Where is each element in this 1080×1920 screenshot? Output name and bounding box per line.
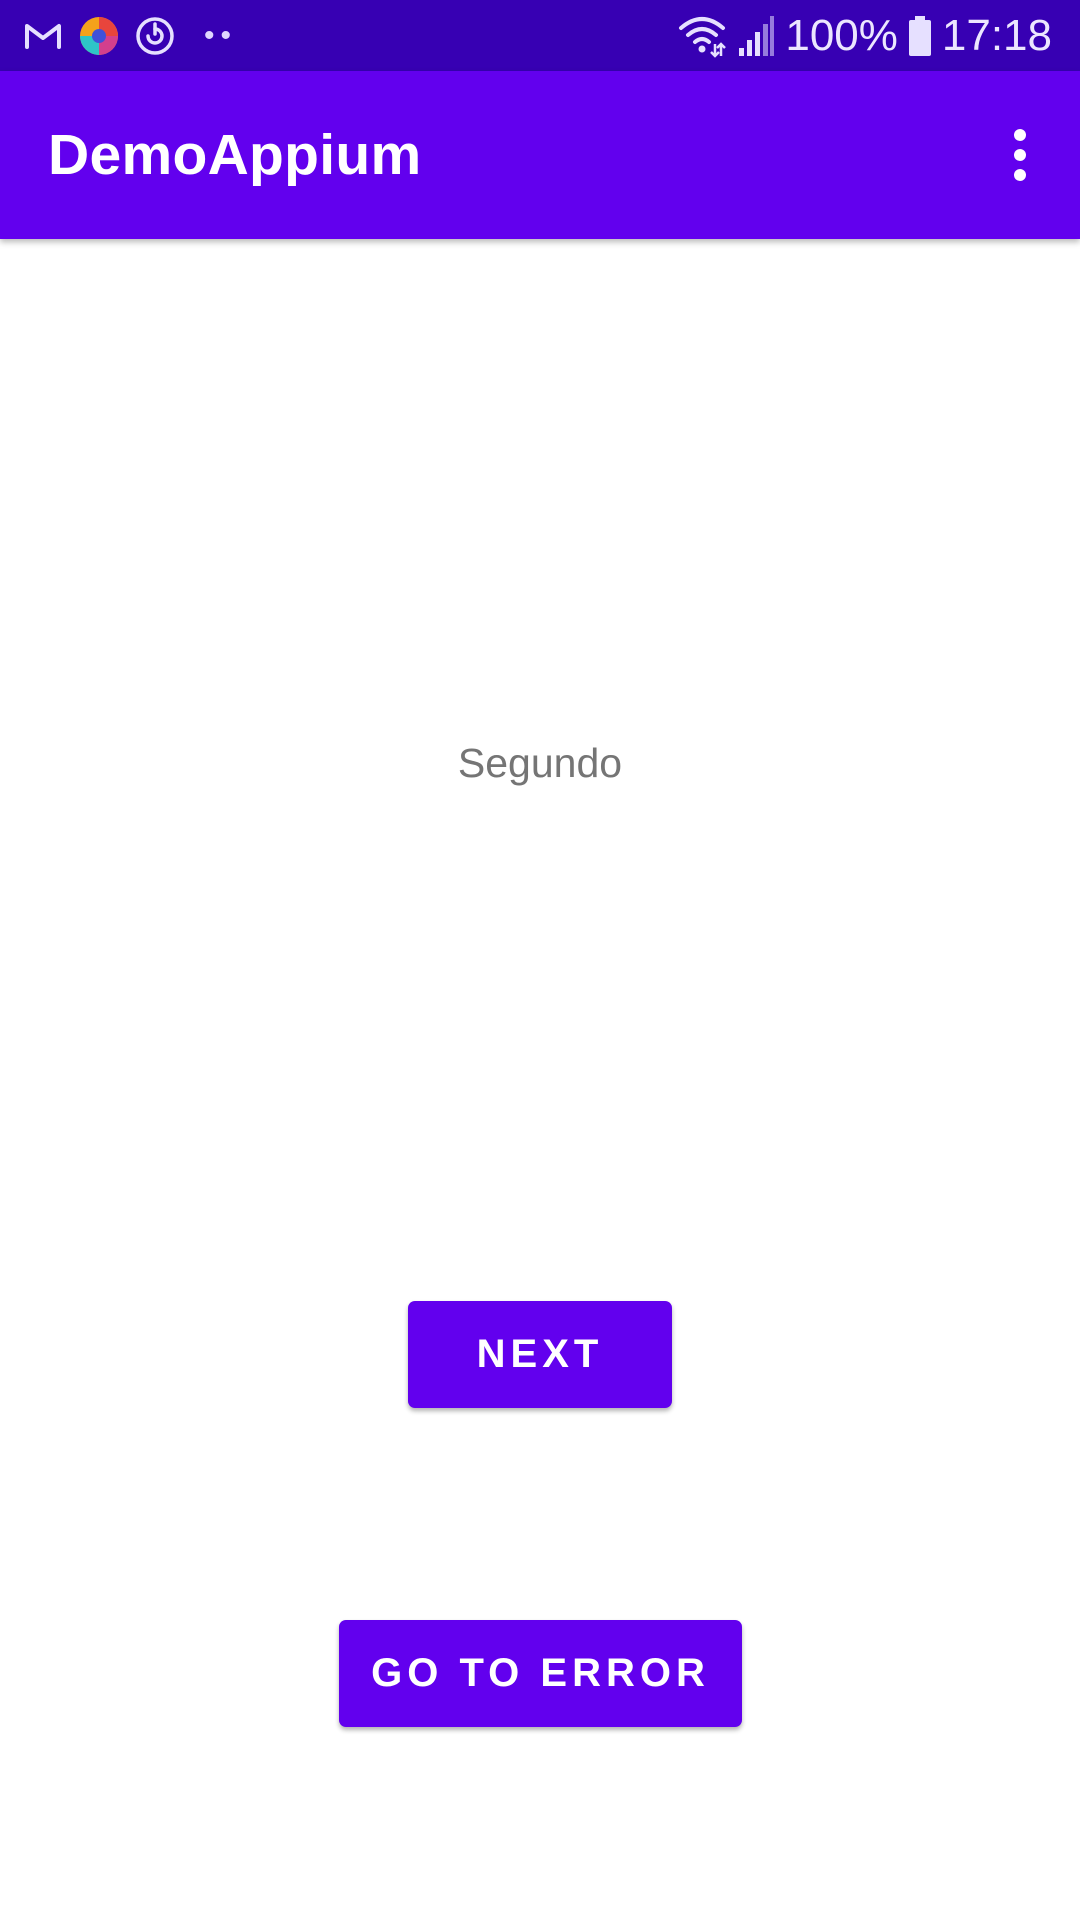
- status-bar: •• 100% 17:18: [0, 0, 1080, 71]
- page-label: Segundo: [457, 740, 623, 786]
- system-indicators: 100% 17:18: [677, 10, 1052, 62]
- notification-icons: ••: [22, 14, 237, 58]
- go-to-error-button[interactable]: GO TO ERROR: [339, 1620, 742, 1727]
- more-notifications-indicator: ••: [204, 19, 238, 52]
- next-button[interactable]: NEXT: [408, 1301, 672, 1408]
- browser-icon: [80, 17, 118, 55]
- overflow-menu-button[interactable]: [978, 113, 1062, 197]
- sync-icon: [136, 17, 174, 55]
- signal-icon: [739, 16, 775, 56]
- gmail-icon: [25, 24, 61, 49]
- screen: •• 100% 17:18 DemoAppium Segundo NEXT GO…: [0, 0, 1080, 1920]
- clock: 17:18: [941, 11, 1052, 60]
- battery-percentage: 100%: [785, 11, 898, 60]
- more-vert-icon: [1014, 129, 1026, 181]
- wifi-icon: [679, 17, 727, 58]
- battery-icon: [908, 16, 931, 56]
- app-title: DemoAppium: [48, 123, 422, 187]
- app-bar: DemoAppium: [0, 71, 1080, 239]
